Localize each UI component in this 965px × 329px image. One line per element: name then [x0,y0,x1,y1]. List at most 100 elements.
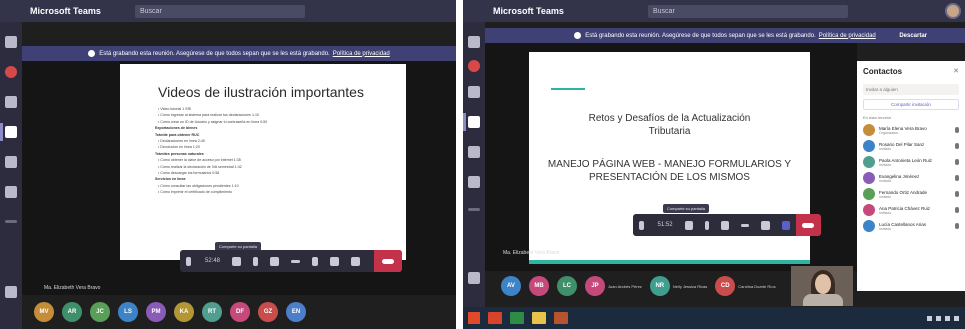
chat-icon[interactable] [468,60,480,72]
search-input[interactable]: Buscar [135,4,305,18]
chat-toggle-icon[interactable] [330,256,340,266]
taskbar-app-icon[interactable] [488,312,502,324]
participant-item[interactable]: CD Carolina Duarte Ríos [715,276,776,296]
control-tooltip: Comparte su pantalla [663,204,710,213]
more-apps-icon[interactable] [5,220,17,223]
contact-row[interactable]: Evangelina Jiménez Invitado [863,172,959,184]
calls-icon[interactable] [468,146,480,158]
participant-item[interactable]: KA [174,302,194,322]
participants-icon[interactable] [351,256,361,266]
participant-item[interactable]: MB [529,276,549,296]
raise-hand-icon[interactable] [312,256,319,266]
more-options-icon[interactable] [291,259,301,263]
files-icon[interactable] [468,176,480,188]
participant-avatar: AV [501,276,521,296]
teams-icon[interactable] [468,86,480,98]
privacy-policy-link[interactable]: Política de privacidad [333,51,390,57]
teams-icon[interactable] [5,96,17,108]
chat-toggle-icon[interactable] [761,220,770,230]
rail-selection-indicator [463,113,466,131]
participant-item[interactable]: JP Juan Andrés Pérez [585,276,642,296]
search-placeholder: Buscar [653,7,675,15]
privacy-policy-link[interactable]: Política de privacidad [819,33,876,39]
self-video-thumbnail[interactable] [791,266,853,306]
participant-item[interactable]: EN [286,302,306,322]
microphone-icon [955,159,959,165]
video-person-face [815,274,831,294]
taskbar-powerpoint-icon[interactable] [554,312,568,324]
calendar-icon[interactable] [468,116,480,128]
notification-icon[interactable] [954,315,959,321]
microphone-icon [955,143,959,149]
share-screen-icon[interactable] [721,220,730,230]
contact-row[interactable]: María Elena Vera Bravo Organizador [863,124,959,136]
participant-item[interactable]: NR Nelly Jessica Rivas [649,276,707,296]
app-title: Microsoft Teams [30,6,101,16]
participant-item[interactable]: LC [557,276,577,296]
participant-item[interactable]: GZ [258,302,278,322]
participant-avatar: AR [62,302,82,322]
participant-name: Juan Andrés Pérez [608,283,642,289]
invite-input[interactable]: Invitar a alguien [863,84,959,95]
activity-icon[interactable] [468,36,480,48]
chat-icon[interactable] [5,66,17,78]
more-options-icon[interactable] [741,223,750,227]
files-icon[interactable] [5,186,17,198]
participant-item[interactable]: PM [146,302,166,322]
participant-item[interactable]: RT [202,302,222,322]
app-rail [0,22,22,329]
microphone-icon[interactable] [253,256,259,266]
participant-item[interactable]: JC [90,302,110,322]
taskbar-excel-icon[interactable] [510,312,524,324]
contact-role: Organizador [879,130,899,135]
invite-placeholder: Invitar a alguien [866,87,898,92]
contact-row[interactable]: Paola Antonieta León Ruiz Invitado [863,156,959,168]
dismiss-banner-button[interactable]: Descartar [899,33,927,39]
calendar-icon[interactable] [5,126,17,138]
slide-title: Videos de ilustración importantes [158,84,364,100]
contacts-section-header: En esta reunión [863,115,892,120]
contact-row[interactable]: Rosario Del Pilar Sanz Invitado [863,140,959,152]
participant-item[interactable]: AV [501,276,521,296]
contact-avatar [863,140,875,152]
share-invite-button[interactable]: Compartir invitación [863,99,959,110]
battery-icon[interactable] [945,315,950,321]
microphone-icon[interactable] [704,220,710,230]
video-person-body [803,294,843,306]
volume-icon[interactable] [936,315,941,321]
activity-icon[interactable] [5,36,17,48]
calls-icon[interactable] [5,156,17,168]
windows-start-icon[interactable] [468,312,480,324]
close-icon[interactable]: ✕ [953,67,959,75]
participant-item[interactable]: DF [230,302,250,322]
help-icon[interactable] [468,272,480,284]
search-input[interactable]: Buscar [648,4,848,18]
contact-row[interactable]: Ana Patricia Chávez Ruiz Invitado [863,204,959,216]
search-placeholder: Buscar [140,7,162,15]
hang-up-button[interactable] [374,250,402,272]
network-icon[interactable] [927,315,932,321]
presenter-name: Ma. Elizabeth Vera Bravo [503,250,560,256]
participant-item[interactable]: LS [118,302,138,322]
camera-icon[interactable] [684,220,693,230]
microphone-icon [955,175,959,181]
hang-up-button[interactable] [795,214,821,236]
recording-banner: Está grabando esta reunión. Asegúrese de… [22,46,456,61]
participant-avatar: MV [34,302,54,322]
help-icon[interactable] [5,286,17,298]
grip-icon[interactable] [186,256,191,266]
contact-role: Invitado [879,194,892,199]
share-screen-icon[interactable] [270,256,280,266]
grip-icon[interactable] [639,220,644,230]
contact-avatar [863,124,875,136]
profile-avatar[interactable] [945,3,961,19]
more-apps-icon[interactable] [468,208,480,211]
participant-item[interactable]: MV [34,302,54,322]
camera-icon[interactable] [232,256,242,266]
contact-row[interactable]: Fernando Ortiz Andrade Invitado [863,188,959,200]
contact-row[interactable]: Lucía Castellanos Arias Invitado [863,220,959,232]
participant-item[interactable]: AR [62,302,82,322]
taskbar-folder-icon[interactable] [532,312,546,324]
hang-up-icon [802,222,815,228]
participants-icon[interactable] [781,220,790,230]
